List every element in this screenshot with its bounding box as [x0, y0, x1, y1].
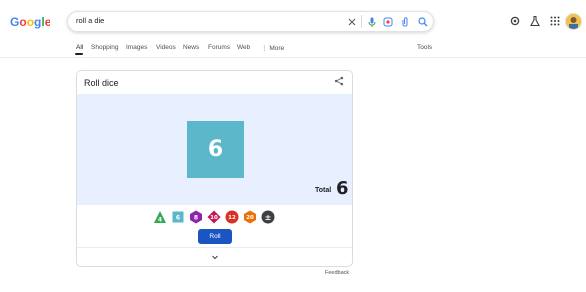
search-box[interactable]: roll a die [67, 11, 434, 32]
svg-text:±: ± [265, 213, 272, 222]
mic-icon[interactable] [366, 16, 378, 28]
modifier-button[interactable]: ± [261, 210, 275, 224]
chevron-down-icon[interactable] [211, 253, 219, 261]
d12-button[interactable]: 12 [225, 210, 239, 224]
card-title: Roll dice [84, 78, 119, 88]
avatar[interactable] [565, 13, 582, 30]
svg-text:12: 12 [228, 215, 236, 221]
d6-button[interactable]: 6 [171, 210, 185, 224]
tab-forums[interactable]: Forums [208, 44, 230, 51]
clear-icon[interactable] [346, 16, 358, 28]
attachment-icon[interactable] [399, 16, 411, 28]
roll-button[interactable]: Roll [198, 229, 232, 244]
svg-text:8: 8 [194, 215, 198, 222]
total-label: Total [315, 187, 332, 194]
total-value: 6 [336, 178, 349, 199]
active-tab-indicator [75, 53, 83, 55]
tools-button[interactable]: Tools [417, 44, 432, 51]
labs-icon[interactable] [529, 15, 541, 27]
d8-button[interactable]: 8 [189, 210, 203, 224]
svg-text:Google: Google [10, 15, 50, 29]
share-icon[interactable] [334, 76, 344, 86]
search-input[interactable]: roll a die [76, 16, 104, 25]
feedback-link[interactable]: Feedback [325, 270, 349, 276]
svg-text:20: 20 [246, 215, 254, 221]
tab-news[interactable]: News [183, 44, 199, 51]
tab-all[interactable]: All [76, 44, 83, 51]
apps-grid-icon[interactable] [549, 15, 561, 27]
d20-button[interactable]: 20 [243, 210, 257, 224]
tab-shopping[interactable]: Shopping [91, 44, 118, 51]
svg-text:4: 4 [158, 217, 162, 224]
search-icon[interactable] [417, 16, 429, 28]
header-divider [0, 57, 586, 58]
tab-web[interactable]: Web [237, 44, 250, 51]
settings-icon[interactable] [509, 15, 521, 27]
dice-stage: 6 Total 6 [77, 94, 352, 205]
dice-roller-card: Roll dice 6 Total 6 4 6 8 10 12 20 ± Rol… [76, 70, 353, 267]
dice-selector: 4 6 8 10 12 20 ± [153, 210, 283, 224]
tab-videos[interactable]: Videos [156, 44, 176, 51]
card-divider [77, 247, 352, 248]
svg-text:6: 6 [176, 215, 180, 222]
lens-icon[interactable] [382, 16, 394, 28]
svg-text:10: 10 [210, 215, 218, 221]
d4-button[interactable]: 4 [153, 210, 167, 224]
tab-images[interactable]: Images [126, 44, 147, 51]
d10-button[interactable]: 10 [207, 210, 221, 224]
tab-more[interactable]: ⋮ More [261, 44, 284, 52]
search-divider [361, 15, 362, 28]
google-logo[interactable]: Google [10, 12, 52, 32]
die-face: 6 [187, 121, 244, 178]
